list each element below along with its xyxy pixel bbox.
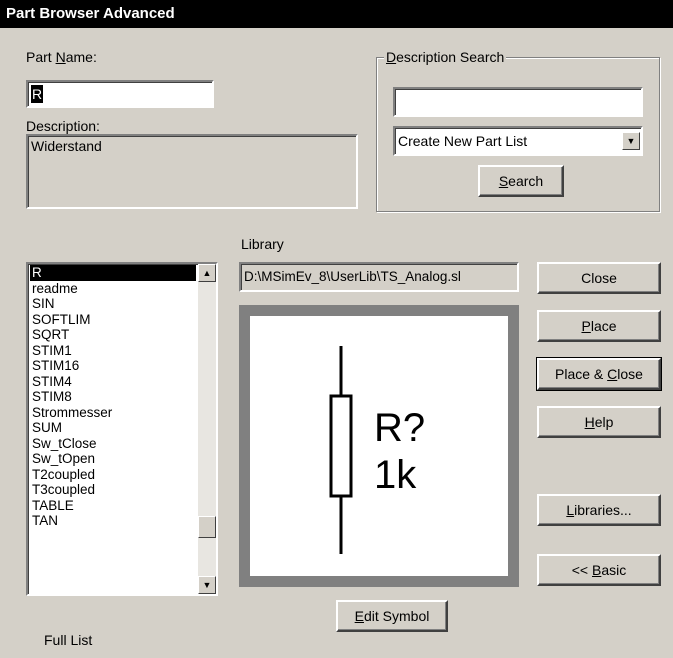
resistor-symbol: R? 1k — [329, 346, 425, 554]
list-item[interactable]: T3coupled — [30, 482, 196, 498]
library-path: D:\MSimEv_8\UserLib\TS_Analog.sl — [244, 269, 461, 284]
list-item[interactable]: T2coupled — [30, 467, 196, 483]
symbol-ref-text: R? — [374, 406, 425, 450]
symbol-preview-frame: R? 1k — [239, 305, 519, 587]
edit-symbol-button[interactable]: Edit Symbol — [336, 600, 448, 632]
search-button[interactable]: Search — [478, 165, 564, 197]
list-item[interactable]: STIM8 — [30, 389, 196, 405]
list-item[interactable]: readme — [30, 281, 196, 297]
help-button[interactable]: Help — [537, 406, 661, 438]
arrow-down-icon[interactable]: ▼ — [198, 576, 216, 594]
part-browser-window: Part Browser Advanced Part Name: R Descr… — [0, 0, 673, 658]
part-list-dropdown[interactable]: Create New Part List ▼ — [393, 126, 643, 156]
parts-list-scrollbar[interactable]: ▲ ▼ — [198, 264, 216, 594]
part-name-input[interactable]: R — [26, 80, 214, 108]
list-item[interactable]: TABLE — [30, 498, 196, 514]
list-item[interactable]: R — [30, 265, 196, 281]
scroll-thumb[interactable] — [198, 516, 216, 538]
parts-list-items: Rreadme SIN SOFTLIM SQRT STIM1 STIM16 STIM4 STI… — [30, 265, 196, 529]
description-field: Widerstand — [26, 134, 358, 209]
description-search-input[interactable] — [393, 87, 643, 117]
list-item[interactable]: SOFTLIM — [30, 312, 196, 328]
place-and-close-button[interactable]: Place & Close — [536, 357, 662, 391]
symbol-value-text: 1k — [374, 453, 417, 497]
description-value: Widerstand — [31, 138, 102, 154]
libraries-button[interactable]: Libraries... — [537, 494, 661, 526]
list-item[interactable]: SIN — [30, 296, 196, 312]
description-search-title: Description Search — [384, 49, 507, 65]
list-item[interactable]: STIM1 — [30, 343, 196, 359]
list-item[interactable]: SUM — [30, 420, 196, 436]
part-name-label: Part Name: — [26, 49, 97, 65]
list-item[interactable]: STIM16 — [30, 358, 196, 374]
description-label: Description: — [26, 118, 100, 134]
list-item[interactable]: Sw_tClose — [30, 436, 196, 452]
list-item[interactable]: STIM4 — [30, 374, 196, 390]
list-item[interactable]: TAN — [30, 513, 196, 529]
basic-button[interactable]: << Basic — [537, 554, 661, 586]
library-label: Library — [241, 236, 284, 252]
part-name-value: R — [31, 85, 44, 103]
part-list-dropdown-value: Create New Part List — [398, 133, 528, 149]
chevron-down-icon[interactable]: ▼ — [622, 132, 640, 150]
list-item[interactable]: Sw_tOpen — [30, 451, 196, 467]
parts-list[interactable]: Rreadme SIN SOFTLIM SQRT STIM1 STIM16 STIM4 STI… — [26, 262, 218, 596]
library-path-field: D:\MSimEv_8\UserLib\TS_Analog.sl — [239, 262, 519, 292]
window-title: Part Browser Advanced — [0, 0, 673, 28]
place-button[interactable]: Place — [537, 310, 661, 342]
full-list-label: Full List — [44, 632, 93, 648]
arrow-up-icon[interactable]: ▲ — [198, 264, 216, 282]
close-button[interactable]: Close — [537, 262, 661, 294]
list-item[interactable]: Strommesser — [30, 405, 196, 421]
symbol-preview: R? 1k — [250, 316, 508, 576]
list-item[interactable]: SQRT — [30, 327, 196, 343]
